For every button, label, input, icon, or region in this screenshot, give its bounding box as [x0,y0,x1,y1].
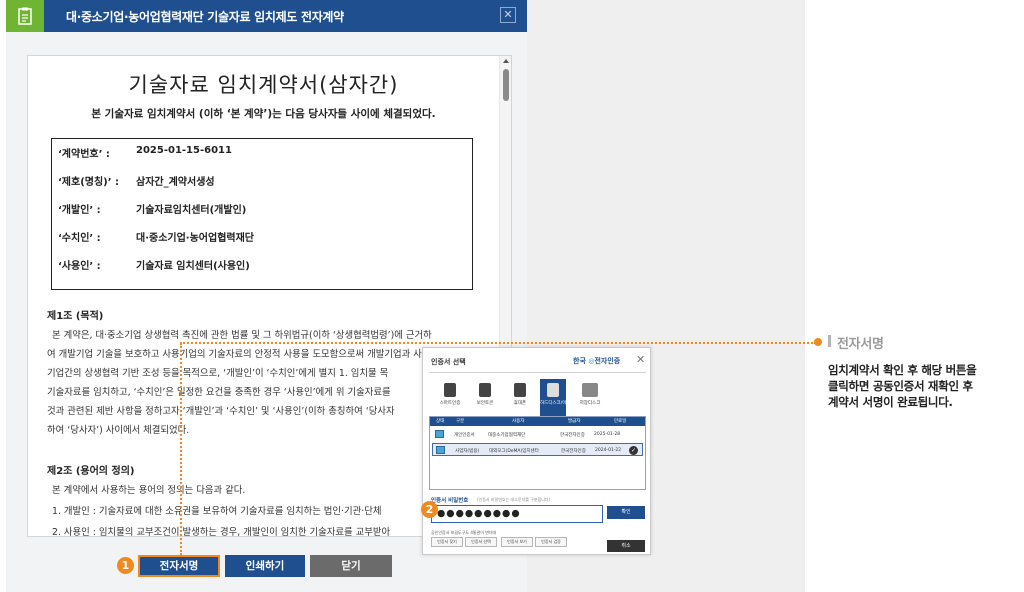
article-1-line: 것과 관련된 제반 사항을 정하고자 ‘개발인’과 ‘수치인’ 및 ‘사용인’(… [47,406,395,417]
info-value: 대·중소기업·농어업협력재단 [136,233,254,244]
certificate-icon [436,446,445,454]
info-value: 기술자료 임치센터(사용인) [136,261,250,272]
info-key: ‘제호(명칭)’ : [58,177,120,188]
document-subtitle: 본 기술자료 임치계약서 (이하 ‘본 계약’)는 다음 당사자들 사이에 체결… [91,108,436,120]
check-icon: ✓ [629,446,638,455]
article-2-line: 본 계약에서 사용하는 용어의 정의는 다음과 같다. [52,485,246,496]
usb-icon [547,383,559,397]
window-titlebar: 대·중소기업·농어업협력재단 기술자료 임치제도 전자계약 ✕ [6,0,527,32]
token-icon [479,383,491,397]
info-key: ‘계약번호’ : [58,149,110,160]
info-key: ‘사용인’ : [58,261,101,272]
cell-user: 대외모그(DeMA)임치센터 [489,449,539,454]
cert-footer-text: 공인인증서 보길도구도 4통관이 변더대 [431,530,497,535]
annotation-line: 클릭하면 공동인증서 재확인 후 [828,379,973,393]
media-label: 하드디스크/이동식 [540,401,575,406]
connector-end-dot [814,338,822,346]
annotation-line: 계약서 서명이 완료됩니다. [828,395,953,409]
certificate-dialog: 인증서 선택 한국 ◎전자인증 ✕ 스마트인증 보안토큰 휴대폰 하드디스크/이… [422,347,651,555]
article-2-line: 2. 사용인 : 임치물의 교부조건이 발생하는 경우, 개발인이 임치한 기술… [52,527,391,537]
confirm-button[interactable]: 확인 [607,506,645,519]
phone-icon [514,383,526,397]
document-title: 기술자료 임치계약서(삼자간) [128,73,399,97]
annotation-bar [828,335,831,347]
col-header: 사용자 [512,419,525,424]
media-label: 저장디스크 [579,401,601,406]
select-cert-button[interactable]: 인증서 선택 [465,537,497,547]
annotation-line: 임치계약서 확인 후 해당 버튼을 [828,363,977,377]
col-header: 발급자 [568,419,581,424]
certificate-table: 상태 구분 사용자 발급자 만료일 개인인증서 대중소기업협력재단 한국전자인증… [429,416,646,490]
brand-text-post: 전자인증 [594,357,621,365]
smart-auth-icon [444,383,456,397]
table-row-selected[interactable]: 사업자(범용) 대외모그(DeMA)임치센터 한국전자인증 2024-01-22… [432,443,643,456]
clipboard-icon [6,0,44,32]
media-security-token[interactable]: 보안토큰 [472,379,498,417]
article-1-line: 기술자료를 임치하고, ‘수치인’은 일정한 요건을 충족한 경우 ‘사용인’에… [47,387,391,398]
table-row[interactable]: 개인인증서 대중소기업협력재단 한국전자인증 2025-01-28 [432,428,643,441]
window-close-icon[interactable]: ✕ [500,7,516,23]
article-1-title: 제1조 (목적) [47,311,104,322]
view-cert-button[interactable]: 인증서 보기 [501,537,533,547]
col-header: 구분 [456,419,465,424]
divider [429,372,646,373]
cell-type: 개인인증서 [454,433,475,438]
cell-user: 대중소기업협력재단 [488,433,526,438]
password-hint: (인증서 비밀번호는 대소문자를 구분합니다) [477,497,551,502]
close-button[interactable]: 닫기 [310,555,392,577]
cell-expiry: 2025-01-28 [594,432,621,437]
annotation-description: 임치계약서 확인 후 해당 버튼을 클릭하면 공동인증서 재확인 후 계약서 서… [828,362,1018,410]
cancel-button[interactable]: 취소 [607,540,645,552]
window-title: 대·중소기업·농어업협력재단 기술자료 임치제도 전자계약 [66,10,344,24]
password-label: 인증서 비밀번호 [431,498,469,504]
col-header: 만료일 [614,419,627,424]
step-badge-1: 1 [117,557,134,574]
connector-horizontal [180,342,816,344]
media-label: 보안토큰 [476,401,494,406]
media-storage-disk[interactable]: 저장디스크 [577,379,603,417]
annotation-title: 전자서명 [837,337,884,352]
table-header: 상태 구분 사용자 발급자 만료일 [430,417,645,426]
connector-vertical [180,343,182,555]
media-label: 스마트인증 [439,401,461,406]
cert-dialog-title: 인증서 선택 [431,358,466,366]
info-value: 기술자료임치센터(개발인) [136,205,247,216]
brand-text-pre: 한국 [573,357,586,365]
contract-info-box: ‘계약번호’ : 2025-01-15-6011 ‘제호(명칭)’ : 삼자간_… [51,138,473,290]
info-key: ‘개발인’ : [58,205,101,216]
step-badge-2: 2 [421,501,438,518]
verify-cert-button[interactable]: 인증서 검증 [535,537,567,547]
article-1-line: 기업간의 상생협력 기반 조성 등을 목적으로, ‘개발인’이 ‘수치인’에게 … [47,368,389,379]
find-cert-button[interactable]: 인증서 찾기 [431,537,463,547]
monitor-icon [582,383,598,397]
media-hard-disk[interactable]: 하드디스크/이동식 [540,379,575,417]
col-header: 상태 [436,419,445,424]
media-smart-auth[interactable]: 스마트인증 [437,379,463,417]
cell-issuer: 한국전자인증 [560,433,585,438]
scroll-thumb[interactable] [503,69,509,101]
info-value: 2025-01-15-6011 [136,145,232,156]
media-phone[interactable]: 휴대폰 [507,379,533,417]
print-button[interactable]: 인쇄하기 [225,555,305,577]
article-2-title: 제2조 (용어의 정의) [47,466,135,477]
media-label: 휴대폰 [513,401,527,406]
article-2-line: 1. 개발인 : 기술자료에 대한 소유권을 보유하여 기술자료를 임치하는 법… [52,506,382,517]
info-value: 삼자간_계약서생성 [136,177,215,188]
info-key: ‘수치인’ : [58,233,101,244]
cert-brand-logo: 한국 ◎전자인증 [573,356,620,366]
cell-type: 사업자(범용) [455,449,480,454]
certificate-icon [435,430,444,438]
password-input[interactable]: ●●●●●●●●● [431,505,603,523]
article-1-line: 본 계약은, 대·중소기업 상생협력 촉진에 관한 법률 및 그 하위법규(이하… [52,330,432,341]
sign-button[interactable]: 전자서명 [138,555,220,577]
article-1-line: 하여 ‘당사자’) 사이에서 체결되었다. [47,425,190,436]
cell-expiry: 2024-01-22 [595,448,622,453]
cert-close-icon[interactable]: ✕ [636,353,645,366]
article-1-line: 여 개발기업 기술을 보호하고 사용기업의 기술자료의 안정적 사용을 도모함으… [47,349,431,360]
cell-issuer: 한국전자인증 [561,449,586,454]
scroll-up-arrow-icon[interactable] [503,59,509,63]
